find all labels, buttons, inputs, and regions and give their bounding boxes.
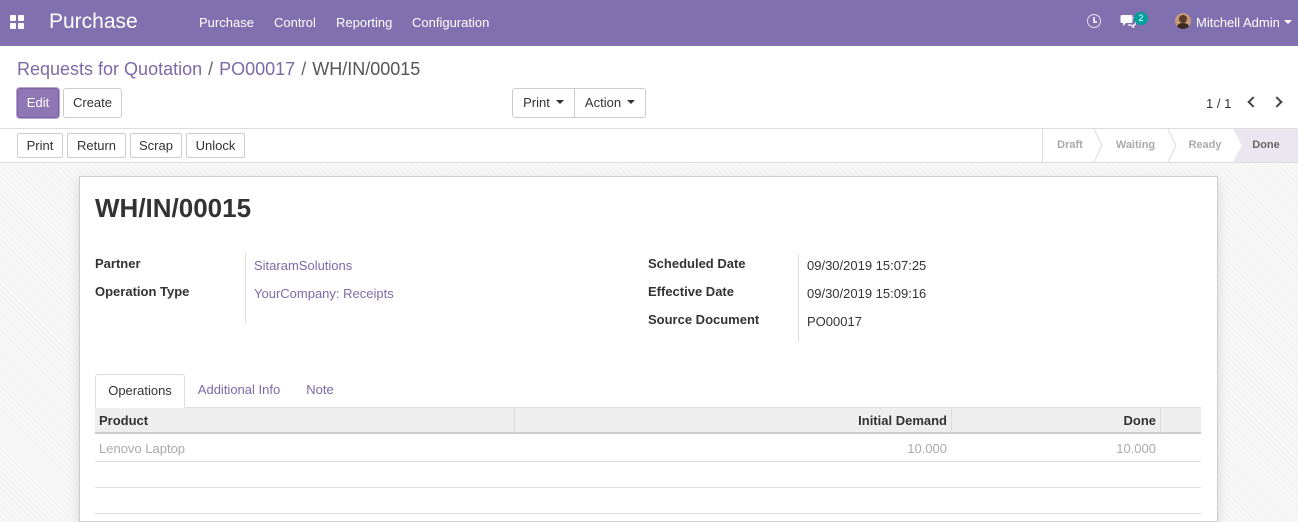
divider	[798, 254, 799, 342]
column-done[interactable]: Done	[952, 408, 1157, 434]
caret-down-icon[interactable]	[1284, 20, 1292, 24]
chevron-right-icon[interactable]	[1271, 96, 1283, 108]
column-product[interactable]: Product	[99, 408, 148, 434]
breadcrumb-separator: /	[301, 59, 307, 79]
row-divider	[95, 487, 1201, 488]
page-title: WH/IN/00015	[95, 193, 252, 223]
done-cell: 10.000	[1116, 441, 1156, 456]
caret-down-icon	[627, 100, 636, 105]
print-dropdown[interactable]: Print	[512, 88, 575, 118]
breadcrumb-separator: /	[208, 59, 214, 79]
menu-configuration[interactable]: Configuration	[412, 15, 489, 30]
breadcrumb: Requests for Quotation / PO00017/WH/IN/000…	[17, 59, 420, 80]
form-sheet	[79, 176, 1218, 522]
scheduled-date-label: Scheduled Date	[648, 256, 746, 271]
operation-type-field[interactable]: YourCompany: Receipts	[254, 286, 394, 301]
row-divider	[95, 461, 1201, 462]
row-divider	[95, 513, 1201, 514]
status-bar: Print Return Scrap Unlock Draft Waiting …	[0, 129, 1298, 163]
effective-date-field: 09/30/2019 15:09:16	[807, 286, 927, 301]
return-button[interactable]: Return	[67, 133, 126, 158]
stage-arrow	[1093, 129, 1103, 162]
print-button[interactable]: Print	[17, 133, 63, 158]
avatar[interactable]	[1175, 13, 1191, 29]
source-document-field: PO00017	[807, 314, 862, 329]
tab-operations[interactable]: Operations	[95, 374, 185, 408]
breadcrumb-po[interactable]: PO00017	[219, 59, 295, 79]
tab-additional-info[interactable]: Additional Info	[189, 374, 289, 408]
clock-icon[interactable]	[1087, 14, 1101, 28]
column-initial-demand[interactable]: Initial Demand	[515, 408, 947, 434]
stage-pipeline: Draft Waiting Ready Done	[1042, 129, 1298, 162]
partner-label: Partner	[95, 256, 141, 271]
apps-icon[interactable]	[10, 15, 24, 29]
stage-draft: Draft	[1057, 139, 1083, 151]
menu-control[interactable]: Control	[274, 15, 316, 30]
table-header: Product Initial Demand Done	[95, 408, 1201, 434]
chevron-left-icon[interactable]	[1247, 96, 1259, 108]
app-name[interactable]: Purchase	[49, 10, 138, 34]
breadcrumb-current: WH/IN/00015	[312, 59, 421, 79]
operation-type-label: Operation Type	[95, 284, 190, 299]
menu-reporting[interactable]: Reporting	[336, 15, 392, 30]
chat-badge: 2	[1134, 12, 1148, 25]
action-dropdown-label: Action	[584, 95, 622, 110]
stage-ready: Ready	[1188, 139, 1222, 151]
unlock-button[interactable]: Unlock	[186, 133, 245, 158]
top-navbar: Purchase Purchase Control Reporting Conf…	[0, 0, 1298, 46]
menu-purchase[interactable]: Purchase	[199, 15, 254, 30]
user-menu[interactable]: Mitchell Admin	[1196, 15, 1280, 30]
stage-waiting: Waiting	[1115, 139, 1156, 151]
source-document-label: Source Document	[648, 312, 760, 327]
scrap-button[interactable]: Scrap	[130, 133, 182, 158]
divider	[245, 254, 246, 322]
stage-arrow	[1167, 129, 1177, 162]
effective-date-label: Effective Date	[648, 284, 734, 299]
pager-value[interactable]: 1 / 1	[1206, 96, 1231, 111]
partner-field[interactable]: SitaramSolutions	[254, 258, 352, 273]
product-cell: Lenovo Laptop	[99, 441, 186, 456]
initial-demand-cell: 10.000	[907, 441, 947, 456]
column-separator	[1160, 408, 1161, 434]
create-button[interactable]: Create	[63, 88, 122, 118]
action-dropdown[interactable]: Action	[574, 88, 646, 118]
edit-button[interactable]: Edit	[17, 88, 59, 118]
breadcrumb-rfq[interactable]: Requests for Quotation	[17, 59, 202, 79]
tab-note[interactable]: Note	[297, 374, 343, 408]
scheduled-date-field: 09/30/2019 15:07:25	[807, 258, 927, 273]
caret-down-icon	[555, 100, 564, 105]
stage-done: Done	[1233, 129, 1298, 162]
print-dropdown-label: Print	[523, 95, 550, 110]
